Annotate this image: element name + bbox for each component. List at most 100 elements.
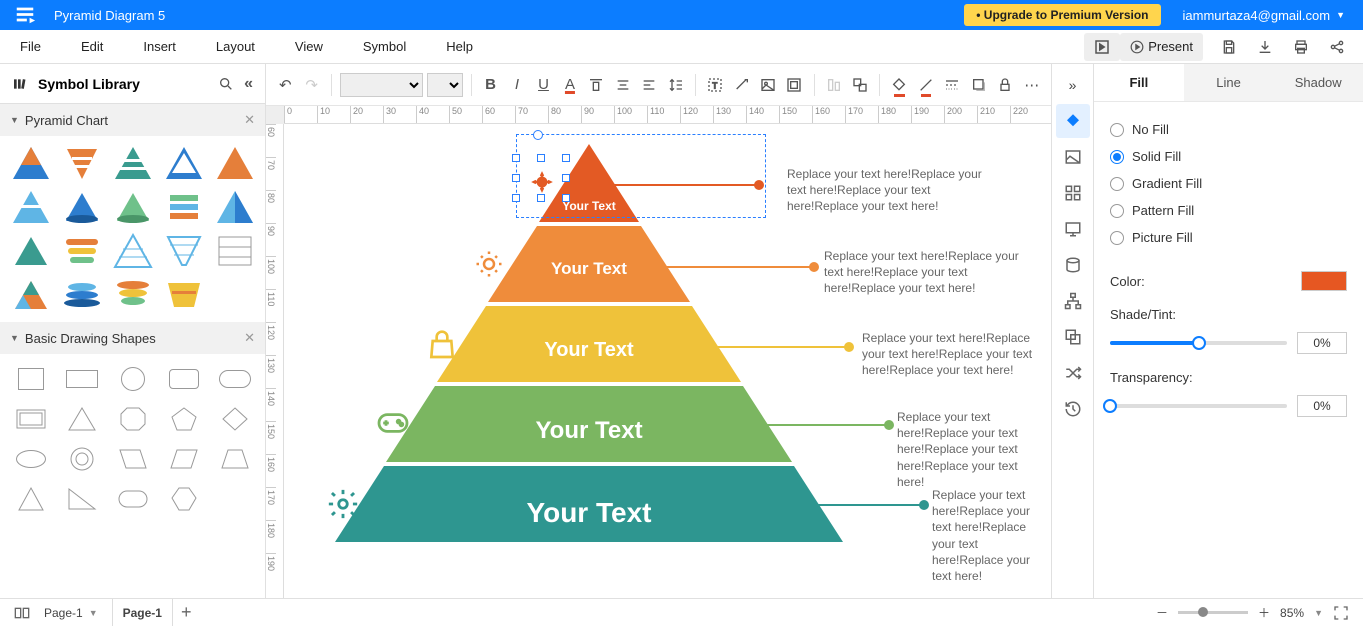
menu-help[interactable]: Help xyxy=(426,39,493,54)
radio-pattern-fill[interactable]: Pattern Fill xyxy=(1110,197,1347,224)
color-swatch[interactable] xyxy=(1301,271,1347,291)
tab-fill[interactable]: Fill xyxy=(1094,64,1184,101)
menu-layout[interactable]: Layout xyxy=(196,39,275,54)
pyramid-text-3[interactable]: Replace your text here!Replace your text… xyxy=(862,330,1042,379)
shape-thumb[interactable] xyxy=(161,144,206,182)
fit-screen-button[interactable] xyxy=(1333,605,1349,621)
page-tab[interactable]: Page-1 xyxy=(112,599,173,626)
shape-thumb[interactable] xyxy=(8,276,53,314)
connector-button[interactable] xyxy=(730,70,752,100)
shade-value[interactable]: 0% xyxy=(1297,332,1347,354)
resize-handle[interactable] xyxy=(537,154,545,162)
menu-view[interactable]: View xyxy=(275,39,343,54)
shape-thumb[interactable] xyxy=(8,232,53,270)
pyramid-text-1[interactable]: Replace your text here!Replace your text… xyxy=(787,166,997,215)
align-h-button[interactable] xyxy=(638,70,660,100)
image-button[interactable] xyxy=(757,70,779,100)
shade-slider[interactable] xyxy=(1110,341,1287,345)
shape-thumb[interactable] xyxy=(110,482,155,516)
shape-thumb[interactable] xyxy=(59,232,104,270)
line-color-button[interactable] xyxy=(915,70,937,100)
container-button[interactable] xyxy=(783,70,805,100)
shape-thumb[interactable] xyxy=(59,188,104,226)
shape-thumb[interactable] xyxy=(161,362,206,396)
layers-button[interactable] xyxy=(1084,33,1120,61)
rail-present[interactable] xyxy=(1056,212,1090,246)
rail-data[interactable] xyxy=(1056,248,1090,282)
shape-thumb[interactable] xyxy=(110,442,155,476)
align-top-button[interactable] xyxy=(585,70,607,100)
shape-thumb[interactable] xyxy=(212,482,257,516)
menu-symbol[interactable]: Symbol xyxy=(343,39,426,54)
radio-picture-fill[interactable]: Picture Fill xyxy=(1110,224,1347,251)
share-button[interactable] xyxy=(1319,33,1355,61)
more-button[interactable]: ⋯ xyxy=(1020,70,1042,100)
shape-thumb[interactable] xyxy=(212,442,257,476)
shape-thumb[interactable] xyxy=(161,402,206,436)
shape-thumb[interactable] xyxy=(59,276,104,314)
pyramid-label-2[interactable]: Your Text xyxy=(499,259,679,279)
lock-button[interactable] xyxy=(994,70,1016,100)
shape-thumb[interactable] xyxy=(8,188,53,226)
download-button[interactable] xyxy=(1247,33,1283,61)
line-style-button[interactable] xyxy=(941,70,963,100)
close-section-icon[interactable]: ✕ xyxy=(244,112,255,128)
shape-thumb[interactable] xyxy=(212,188,257,226)
undo-button[interactable]: ↶ xyxy=(274,70,296,100)
rail-grid[interactable] xyxy=(1056,176,1090,210)
section-pyramid-chart[interactable]: ▼ Pyramid Chart ✕ xyxy=(0,104,265,136)
rail-layers[interactable] xyxy=(1056,320,1090,354)
font-size-select[interactable] xyxy=(427,73,462,97)
shape-thumb[interactable] xyxy=(110,144,155,182)
gamepad-icon[interactable] xyxy=(376,409,410,442)
print-button[interactable] xyxy=(1283,33,1319,61)
shape-thumb[interactable] xyxy=(110,362,155,396)
bold-button[interactable]: B xyxy=(479,70,501,100)
section-basic-shapes[interactable]: ▼ Basic Drawing Shapes ✕ xyxy=(0,322,265,354)
line-spacing-button[interactable] xyxy=(665,70,687,100)
collapse-right-button[interactable]: » xyxy=(1056,68,1090,102)
italic-button[interactable]: I xyxy=(506,70,528,100)
lightbulb-icon[interactable] xyxy=(474,249,504,284)
zoom-in-button[interactable]: ＋ xyxy=(1258,604,1270,621)
underline-button[interactable]: U xyxy=(532,70,554,100)
page-select[interactable]: Page-1▼ xyxy=(44,606,98,620)
shape-thumb[interactable] xyxy=(8,402,53,436)
gear-icon[interactable] xyxy=(326,487,360,526)
resize-handle[interactable] xyxy=(562,194,570,202)
rail-history[interactable] xyxy=(1056,392,1090,426)
pages-icon[interactable] xyxy=(14,606,30,620)
shape-thumb[interactable] xyxy=(59,402,104,436)
pyramid-text-5[interactable]: Replace your text here!Replace your text… xyxy=(932,487,1051,584)
menu-insert[interactable]: Insert xyxy=(123,39,196,54)
radio-no-fill[interactable]: No Fill xyxy=(1110,116,1347,143)
pyramid-label-4[interactable]: Your Text xyxy=(499,417,679,445)
collapse-left-icon[interactable]: « xyxy=(244,75,253,93)
pyramid-text-4[interactable]: Replace your text here!Replace your text… xyxy=(897,409,1047,490)
shape-thumb[interactable] xyxy=(110,276,155,314)
text-box-button[interactable]: T xyxy=(704,70,726,100)
resize-handle[interactable] xyxy=(512,174,520,182)
shape-thumb[interactable] xyxy=(212,362,257,396)
font-color-button[interactable]: A xyxy=(559,70,581,100)
app-logo[interactable] xyxy=(0,4,50,26)
menu-edit[interactable]: Edit xyxy=(61,39,123,54)
shape-thumb[interactable] xyxy=(8,362,53,396)
rail-fill[interactable] xyxy=(1056,104,1090,138)
pyramid-label-5[interactable]: Your Text xyxy=(499,497,679,529)
shape-thumb[interactable] xyxy=(161,482,206,516)
rail-picture[interactable] xyxy=(1056,140,1090,174)
shape-thumb[interactable] xyxy=(212,402,257,436)
transparency-slider[interactable] xyxy=(1110,404,1287,408)
transparency-value[interactable]: 0% xyxy=(1297,395,1347,417)
shape-thumb[interactable] xyxy=(59,144,104,182)
shape-thumb[interactable] xyxy=(8,482,53,516)
shape-thumb[interactable] xyxy=(110,232,155,270)
add-page-button[interactable]: + xyxy=(173,602,200,623)
shape-thumb[interactable] xyxy=(8,144,53,182)
tab-line[interactable]: Line xyxy=(1184,64,1274,101)
shape-thumb[interactable] xyxy=(212,144,257,182)
align-center-v-button[interactable] xyxy=(612,70,634,100)
redo-button[interactable]: ↷ xyxy=(300,70,322,100)
group-button[interactable] xyxy=(849,70,871,100)
